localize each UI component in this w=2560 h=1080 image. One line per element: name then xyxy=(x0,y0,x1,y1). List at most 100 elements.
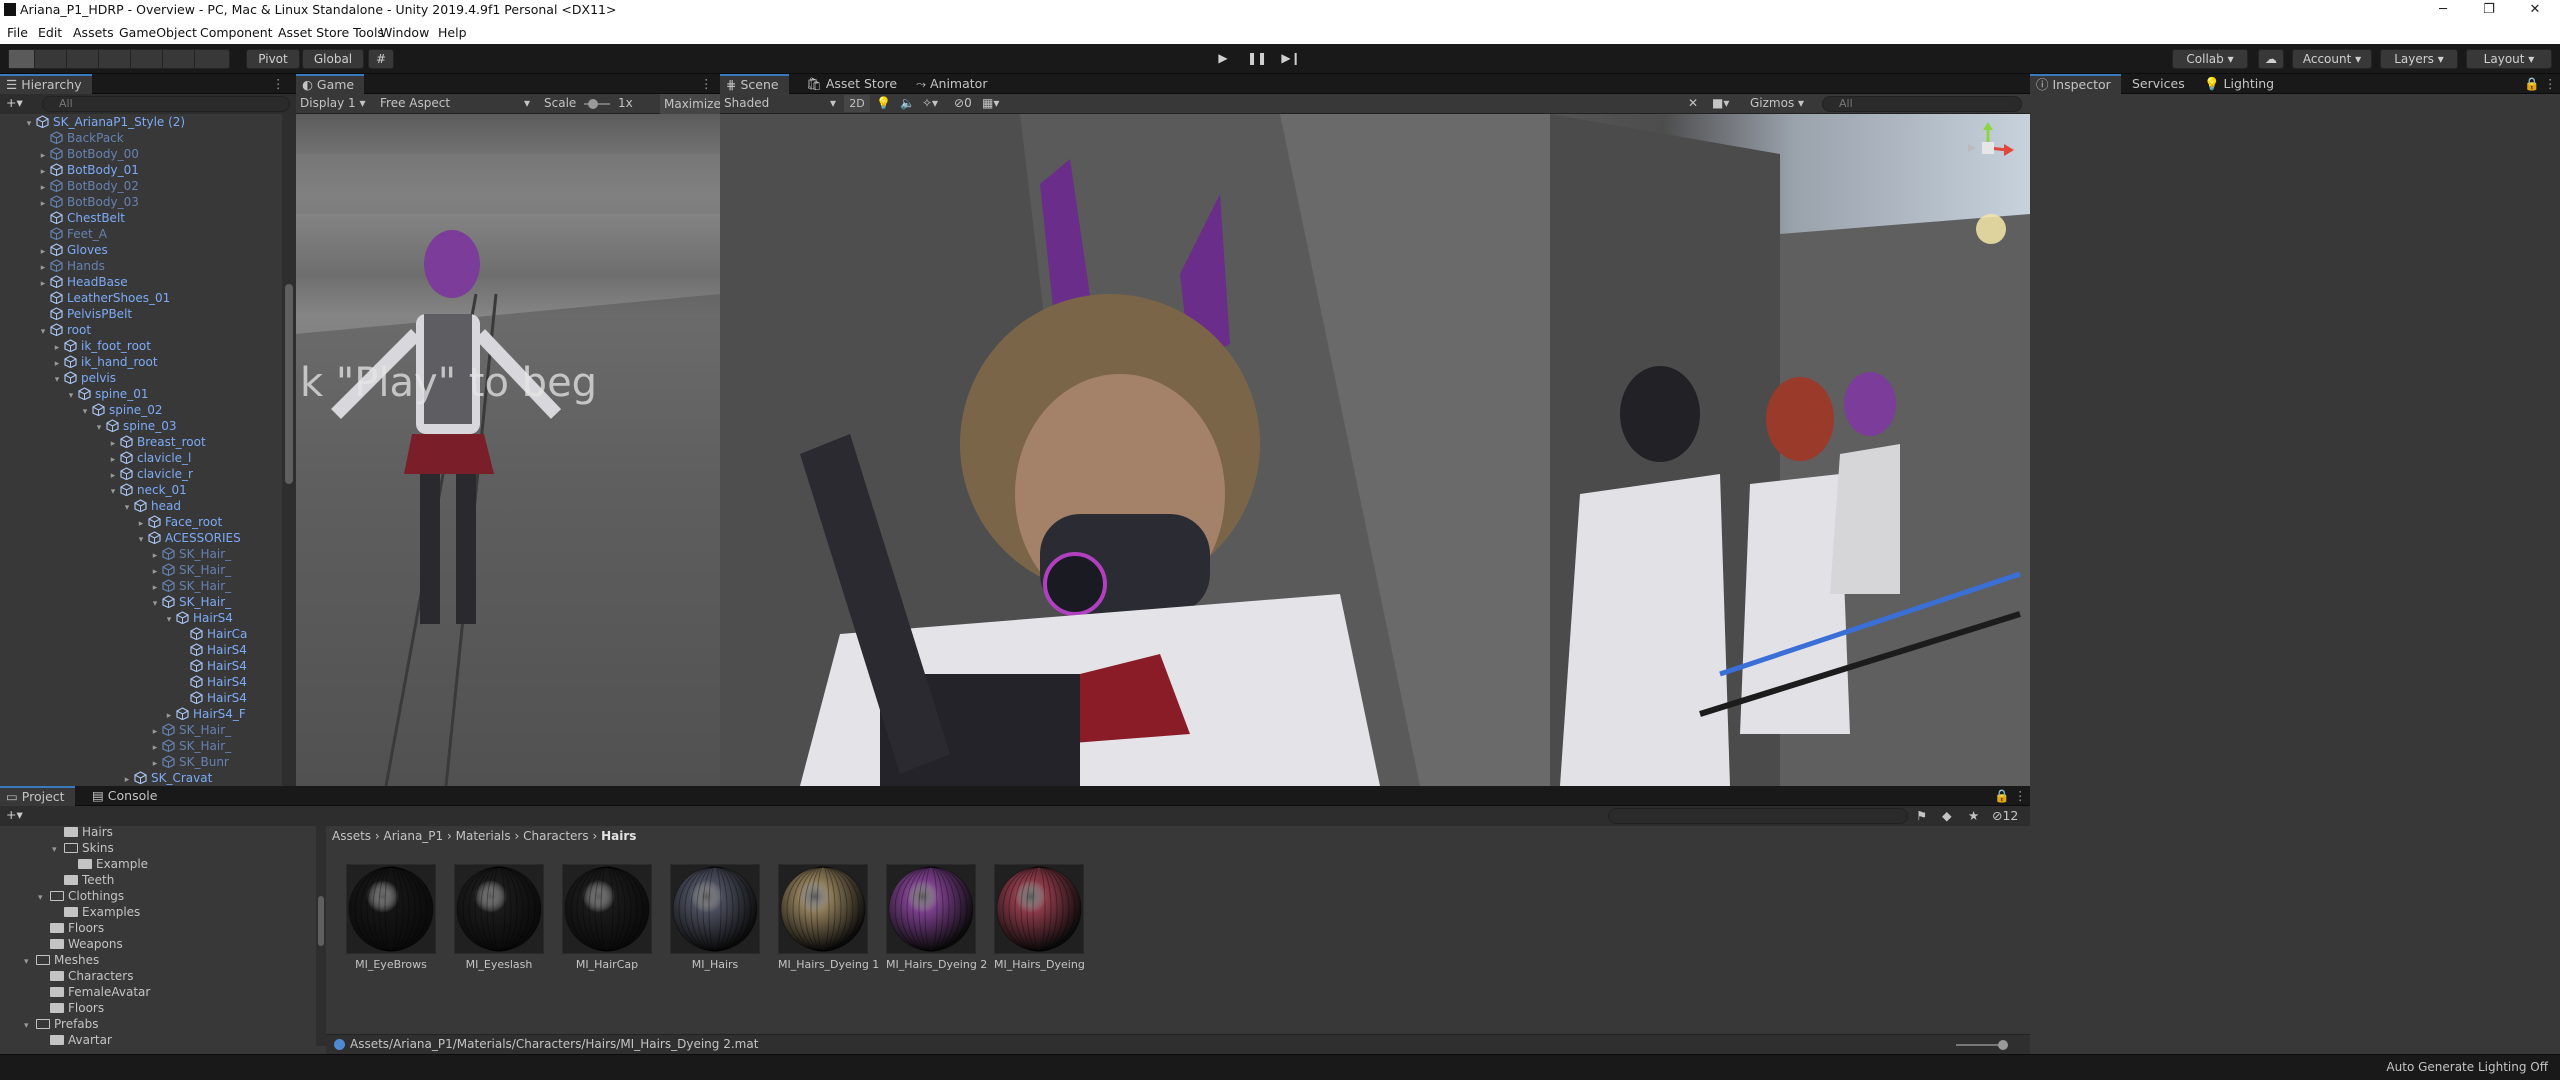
transform-tool-icon[interactable] xyxy=(169,50,195,68)
asset-tile[interactable]: MI_Eyeslash xyxy=(454,864,544,971)
menu-file[interactable]: File xyxy=(7,25,28,40)
hierarchy-item[interactable]: ▸ BotBody_02 xyxy=(36,178,139,194)
grid-dropdown-icon[interactable]: ▦▾ xyxy=(982,96,999,110)
pause-button[interactable]: ❚❚ xyxy=(1244,49,1270,69)
folder-arrow-icon[interactable]: ▾ xyxy=(24,1018,36,1034)
expand-arrow-icon[interactable]: ▾ xyxy=(36,324,50,340)
project-menu-icon[interactable]: ⋮ xyxy=(2014,788,2027,803)
hierarchy-item[interactable]: ▸ SK_Hair_ xyxy=(148,546,231,562)
hierarchy-item[interactable]: ▾ spine_02 xyxy=(78,402,163,418)
hierarchy-item[interactable]: ChestBelt xyxy=(36,210,125,226)
folder-item[interactable]: Teeth xyxy=(52,872,114,888)
folder-item[interactable]: FemaleAvatar xyxy=(38,984,150,1000)
hierarchy-scrollbar[interactable] xyxy=(282,114,296,786)
expand-arrow-icon[interactable]: ▾ xyxy=(106,484,120,500)
folder-item[interactable]: Floors xyxy=(38,920,104,936)
play-button[interactable]: ▶ xyxy=(1210,49,1236,69)
hierarchy-item[interactable]: ▾ SK_Hair_ xyxy=(148,594,231,610)
hierarchy-item[interactable]: HairCa xyxy=(176,626,247,642)
global-toggle[interactable]: Global xyxy=(302,49,364,69)
hierarchy-item[interactable]: LeatherShoes_01 xyxy=(36,290,170,306)
tab-lighting[interactable]: 💡 Lighting xyxy=(2198,74,2284,94)
search-by-type-icon[interactable]: ⚑ xyxy=(1916,808,1927,823)
grid-snap-button[interactable]: # xyxy=(368,49,394,69)
hierarchy-item[interactable]: ▾ root xyxy=(36,322,91,338)
menu-edit[interactable]: Edit xyxy=(38,25,62,40)
hierarchy-item[interactable]: ▸ Face_root xyxy=(134,514,222,530)
hierarchy-item[interactable]: ▸ HairS4_F xyxy=(162,706,246,722)
step-button[interactable]: ▶❙ xyxy=(1278,49,1304,69)
layers-dropdown[interactable]: Layers ▾ xyxy=(2380,49,2458,69)
layout-dropdown[interactable]: Layout ▾ xyxy=(2466,49,2552,69)
hierarchy-item[interactable]: ▾ HairS4 xyxy=(162,610,233,626)
folder-item[interactable]: ▾ Meshes xyxy=(24,952,99,968)
menu-asset-store-tools[interactable]: Asset Store Tools xyxy=(278,25,384,40)
aspect-dropdown[interactable]: Free Aspect ▾ xyxy=(380,96,530,110)
scale-slider[interactable] xyxy=(584,99,610,109)
expand-arrow-icon[interactable]: ▾ xyxy=(162,612,176,628)
collapse-arrow-icon[interactable]: ▸ xyxy=(120,772,134,786)
tab-scene[interactable]: ⋕ Scene xyxy=(720,74,789,94)
menu-help[interactable]: Help xyxy=(438,25,467,40)
collab-dropdown[interactable]: Collab ▾ xyxy=(2172,49,2248,69)
tab-inspector[interactable]: ⓘ Inspector xyxy=(2030,74,2121,94)
menu-window[interactable]: Window xyxy=(380,25,429,40)
hierarchy-item[interactable]: HairS4 xyxy=(176,642,247,658)
custom-tool-icon[interactable] xyxy=(201,50,227,68)
maximize-button[interactable]: ❐ xyxy=(2466,0,2512,20)
inspector-lock-icon[interactable]: 🔒 xyxy=(2524,76,2540,92)
gizmos-dropdown[interactable]: Gizmos ▾ xyxy=(1750,96,1804,110)
hierarchy-scroll-thumb[interactable] xyxy=(285,284,293,484)
game-viewport[interactable]: k "Play" to beg xyxy=(296,114,720,786)
scene-viewport[interactable] xyxy=(720,114,2030,786)
hierarchy-item[interactable]: ▸ SK_Bunr xyxy=(148,754,229,770)
favorites-icon[interactable]: ★ xyxy=(1968,808,1979,823)
hidden-packages-toggle[interactable]: ⊘12 xyxy=(1992,808,2018,823)
project-lock-icon[interactable]: 🔒 xyxy=(1994,788,2010,804)
folder-item[interactable]: ▾ Clothings xyxy=(38,888,124,904)
folder-item[interactable]: Hairs xyxy=(52,826,113,840)
close-button[interactable]: ✕ xyxy=(2512,0,2558,20)
search-by-label-icon[interactable]: ◆ xyxy=(1942,808,1952,823)
hierarchy-item[interactable]: PelvisPBelt xyxy=(36,306,132,322)
icon-size-slider[interactable] xyxy=(1956,1040,2008,1050)
hierarchy-item[interactable]: ▸ Breast_root xyxy=(106,434,206,450)
expand-arrow-icon[interactable]: ▾ xyxy=(64,388,78,404)
project-create-button[interactable]: +▾ xyxy=(6,807,23,822)
hierarchy-item[interactable]: ▸ SK_Hair_ xyxy=(148,578,231,594)
hierarchy-item[interactable]: ▸ Hands xyxy=(36,258,105,274)
asset-tile[interactable]: MI_HairCap xyxy=(562,864,652,971)
folder-arrow-icon[interactable]: ▾ xyxy=(24,954,36,970)
hierarchy-item[interactable]: ▸ SK_Hair_ xyxy=(148,738,231,754)
rotate-tool-icon[interactable] xyxy=(73,50,99,68)
folder-tree-scrollbar[interactable] xyxy=(316,826,326,1046)
tab-console[interactable]: ▤ Console xyxy=(86,786,167,806)
tab-project[interactable]: ▭ Project xyxy=(0,786,75,806)
hierarchy-item[interactable]: ▸ clavicle_r xyxy=(106,466,193,482)
menu-component[interactable]: Component xyxy=(200,25,273,40)
hierarchy-item[interactable]: ▸ BotBody_00 xyxy=(36,146,139,162)
hierarchy-item[interactable]: BackPack xyxy=(36,130,124,146)
hidden-objects-toggle[interactable]: ⊘0 xyxy=(954,96,972,110)
pivot-toggle[interactable]: Pivot xyxy=(246,49,300,69)
folder-item[interactable]: Floors xyxy=(38,1000,104,1016)
hierarchy-item[interactable]: ▾ pelvis xyxy=(50,370,116,386)
hierarchy-item[interactable]: ▸ SK_Cravat xyxy=(120,770,213,786)
menu-gameobject[interactable]: GameObject xyxy=(119,25,197,40)
hierarchy-item[interactable]: ▸ BotBody_03 xyxy=(36,194,139,210)
hierarchy-item[interactable]: ▾ neck_01 xyxy=(106,482,187,498)
cloud-button[interactable]: ☁ xyxy=(2258,49,2284,69)
scale-tool-icon[interactable] xyxy=(105,50,131,68)
folder-item[interactable]: ▾ Prefabs xyxy=(24,1016,99,1032)
inspector-menu-icon[interactable]: ⋮ xyxy=(2544,76,2557,91)
hierarchy-item[interactable]: ▾ spine_01 xyxy=(64,386,149,404)
hierarchy-item[interactable]: ▾ ACESSORIES xyxy=(134,530,241,546)
asset-tile[interactable]: MI_Hairs_Dyeing 2 xyxy=(886,864,987,971)
scene-search-input[interactable]: All xyxy=(1822,96,2022,112)
create-button[interactable]: +▾ xyxy=(6,95,23,110)
project-search-input[interactable] xyxy=(1608,808,1908,824)
hierarchy-item[interactable]: ▸ Gloves xyxy=(36,242,108,258)
hierarchy-item[interactable]: ▸ BotBody_01 xyxy=(36,162,139,178)
hierarchy-item[interactable]: HairS4 xyxy=(176,690,247,706)
expand-arrow-icon[interactable]: ▾ xyxy=(22,116,36,132)
